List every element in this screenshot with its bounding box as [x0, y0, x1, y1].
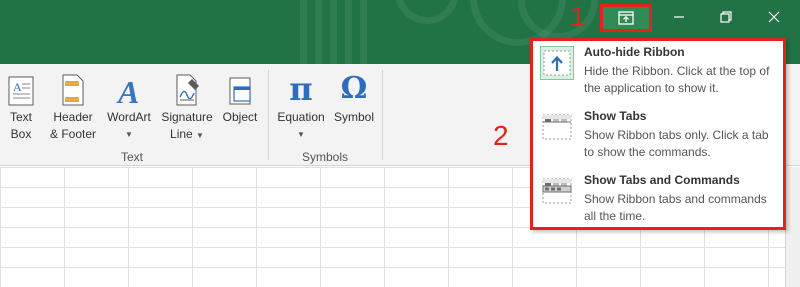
header-footer-label-2: & Footer — [49, 127, 97, 141]
wordart-dropdown-arrow[interactable]: ▼ — [125, 126, 133, 143]
signature-line-label-2: Line ▼ — [170, 127, 204, 141]
pi-icon: π — [289, 70, 313, 108]
restore-button[interactable] — [703, 0, 749, 34]
wordart-label: WordArt — [107, 110, 151, 124]
menu-item-show-tabs[interactable]: Show Tabs Show Ribbon tabs only. Click a… — [537, 107, 781, 167]
object-label: Object — [222, 110, 258, 124]
signature-line-button[interactable]: Signature Line ▼ — [157, 69, 217, 144]
ribbon-display-options-icon — [618, 11, 634, 25]
title-bar-decoration — [395, 0, 459, 24]
omega-icon: Ω — [340, 71, 368, 106]
close-button[interactable] — [751, 0, 797, 34]
text-box-label-1: Text — [9, 110, 32, 124]
title-bar-decoration — [315, 0, 322, 64]
symbol-button[interactable]: Ω Symbol — [331, 69, 377, 126]
annotation-step-1: 1 — [570, 1, 586, 32]
wordart-button[interactable]: A WordArt ▼ — [102, 69, 156, 143]
vertical-scrollbar[interactable] — [785, 167, 800, 287]
title-bar-decoration — [330, 0, 337, 64]
header-footer-button[interactable]: Header & Footer — [45, 69, 101, 143]
show-tabs-description: Show Ribbon tabs only. Click a tab to sh… — [584, 128, 769, 159]
signature-line-label-1: Signature — [161, 110, 213, 124]
svg-text:A: A — [116, 74, 139, 107]
minimize-icon — [674, 16, 684, 18]
show-tabs-icon — [540, 110, 574, 144]
header-footer-label-1: Header — [53, 110, 93, 124]
menu-item-auto-hide-ribbon[interactable]: Auto-hide Ribbon Hide the Ribbon. Click … — [537, 43, 781, 103]
object-icon — [226, 69, 254, 107]
signature-line-icon — [172, 69, 202, 107]
symbol-label: Symbol — [333, 110, 374, 124]
restore-icon — [720, 11, 732, 23]
minimize-button[interactable] — [656, 0, 702, 34]
text-group-label: Text — [121, 150, 144, 164]
title-bar-decoration — [360, 0, 367, 64]
text-box-button[interactable]: A Text Box — [4, 69, 38, 143]
header-footer-icon — [59, 69, 87, 107]
group-separator — [382, 70, 383, 160]
ribbon-display-options-button[interactable] — [600, 4, 652, 32]
object-button[interactable]: Object — [218, 69, 262, 126]
title-bar-decoration — [345, 0, 352, 64]
menu-item-show-tabs-and-commands[interactable]: Show Tabs and Commands Show Ribbon tabs … — [537, 171, 781, 231]
show-tabs-and-commands-title: Show Tabs and Commands — [584, 173, 740, 187]
close-icon — [768, 11, 780, 23]
ribbon-display-options-menu: Auto-hide Ribbon Hide the Ribbon. Click … — [530, 38, 786, 230]
show-tabs-commands-icon — [540, 174, 574, 208]
equation-dropdown-arrow[interactable]: ▼ — [297, 126, 305, 143]
show-tabs-and-commands-description: Show Ribbon tabs and commands all the ti… — [584, 192, 767, 223]
equation-button[interactable]: π Equation ▼ — [272, 69, 330, 143]
auto-hide-ribbon-description: Hide the Ribbon. Click at the top of the… — [584, 64, 770, 95]
show-tabs-title: Show Tabs — [584, 109, 647, 123]
auto-hide-ribbon-title: Auto-hide Ribbon — [584, 45, 685, 59]
group-separator — [268, 70, 269, 160]
equation-label: Equation — [277, 110, 325, 124]
text-box-icon: A — [6, 69, 36, 107]
title-bar-decoration — [300, 0, 307, 64]
auto-hide-ribbon-icon — [540, 46, 574, 80]
text-box-label-2: Box — [10, 127, 32, 141]
symbols-group-label: Symbols — [302, 150, 349, 164]
svg-text:A: A — [13, 80, 22, 94]
annotation-step-2: 2 — [493, 120, 509, 151]
wordart-icon: A — [114, 69, 144, 107]
